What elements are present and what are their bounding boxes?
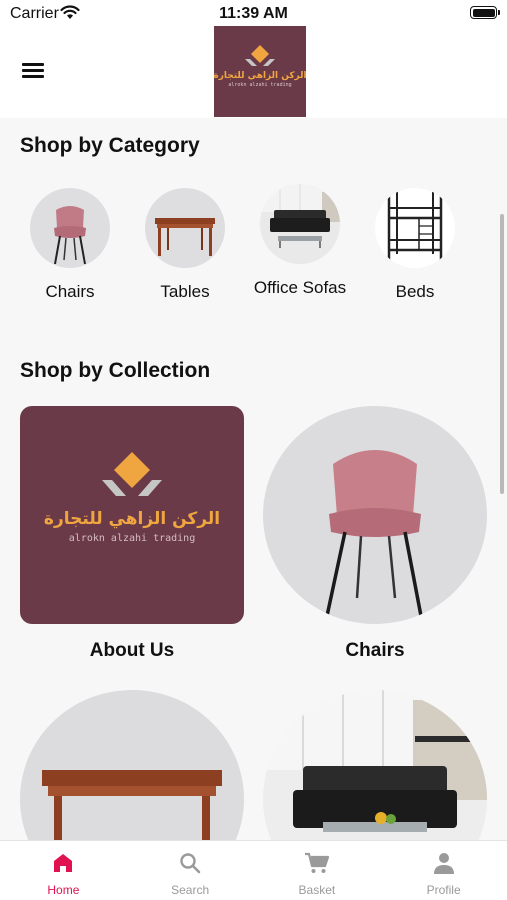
battery-icon <box>470 6 500 19</box>
tab-bar: Home Search Basket Profile <box>0 840 507 900</box>
category-section-title: Shop by Category <box>20 134 200 157</box>
svg-text:الركن الزاهي للتجارة: الركن الزاهي للتجارة <box>44 509 220 529</box>
category-tables[interactable]: Tables <box>135 188 235 301</box>
main-content: Shop by Category Chairs Tables Office So… <box>0 118 507 840</box>
clock: 11:39 AM <box>219 5 288 22</box>
home-icon <box>54 854 73 872</box>
category-label: Beds <box>395 282 435 301</box>
tab-search[interactable]: Search <box>127 841 254 900</box>
svg-text:الركن الزاهي للتجارة: الركن الزاهي للتجارة <box>214 71 306 81</box>
tab-label: Profile <box>426 883 461 897</box>
tab-profile[interactable]: Profile <box>380 841 507 900</box>
category-label: Chairs <box>45 282 95 301</box>
collection-office-sofas[interactable] <box>263 690 487 840</box>
brand-logo: الركن الزاهي للتجارة alrokn alzahi tradi… <box>213 26 307 117</box>
person-icon <box>433 853 454 874</box>
collection-about-us[interactable]: الركن الزاهي للتجارة alrokn alzahi tradi… <box>20 406 244 662</box>
svg-text:alrokn alzahi trading: alrokn alzahi trading <box>69 533 195 544</box>
search-icon <box>180 853 201 874</box>
collection-tables[interactable] <box>20 690 244 840</box>
category-label: Office Sofas <box>253 278 347 297</box>
table-category-image <box>145 188 225 268</box>
app-header: الركن الزاهي للتجارة alrokn alzahi tradi… <box>0 26 507 118</box>
category-chairs[interactable]: Chairs <box>20 188 120 301</box>
collection-chairs[interactable]: Chairs <box>263 406 487 662</box>
cart-icon <box>304 852 329 873</box>
category-beds[interactable]: Beds <box>365 188 465 301</box>
scrollbar[interactable] <box>500 214 504 494</box>
chairs-collection-image <box>263 406 487 624</box>
sofas-collection-image <box>263 690 487 840</box>
category-office-sofas[interactable]: Office Sofas <box>250 184 350 297</box>
collection-section-title: Shop by Collection <box>20 359 211 382</box>
tab-label: Search <box>171 883 210 897</box>
svg-text:alrokn alzahi trading: alrokn alzahi trading <box>228 82 291 88</box>
collection-label: Chairs <box>345 640 405 661</box>
tab-basket[interactable]: Basket <box>254 841 381 900</box>
collection-label: About Us <box>89 640 175 661</box>
tab-home[interactable]: Home <box>0 841 127 900</box>
menu-button[interactable] <box>20 61 50 85</box>
status-bar: Carrier 11:39 AM <box>0 0 507 26</box>
about-us-image: الركن الزاهي للتجارة alrokn alzahi tradi… <box>20 406 244 624</box>
bed-category-image <box>375 188 455 268</box>
chair-category-image <box>30 188 110 268</box>
tab-label: Home <box>47 883 80 897</box>
sofa-category-image <box>260 184 340 264</box>
category-label: Tables <box>160 282 210 301</box>
tab-label: Basket <box>298 883 336 897</box>
tables-collection-image <box>20 690 244 840</box>
